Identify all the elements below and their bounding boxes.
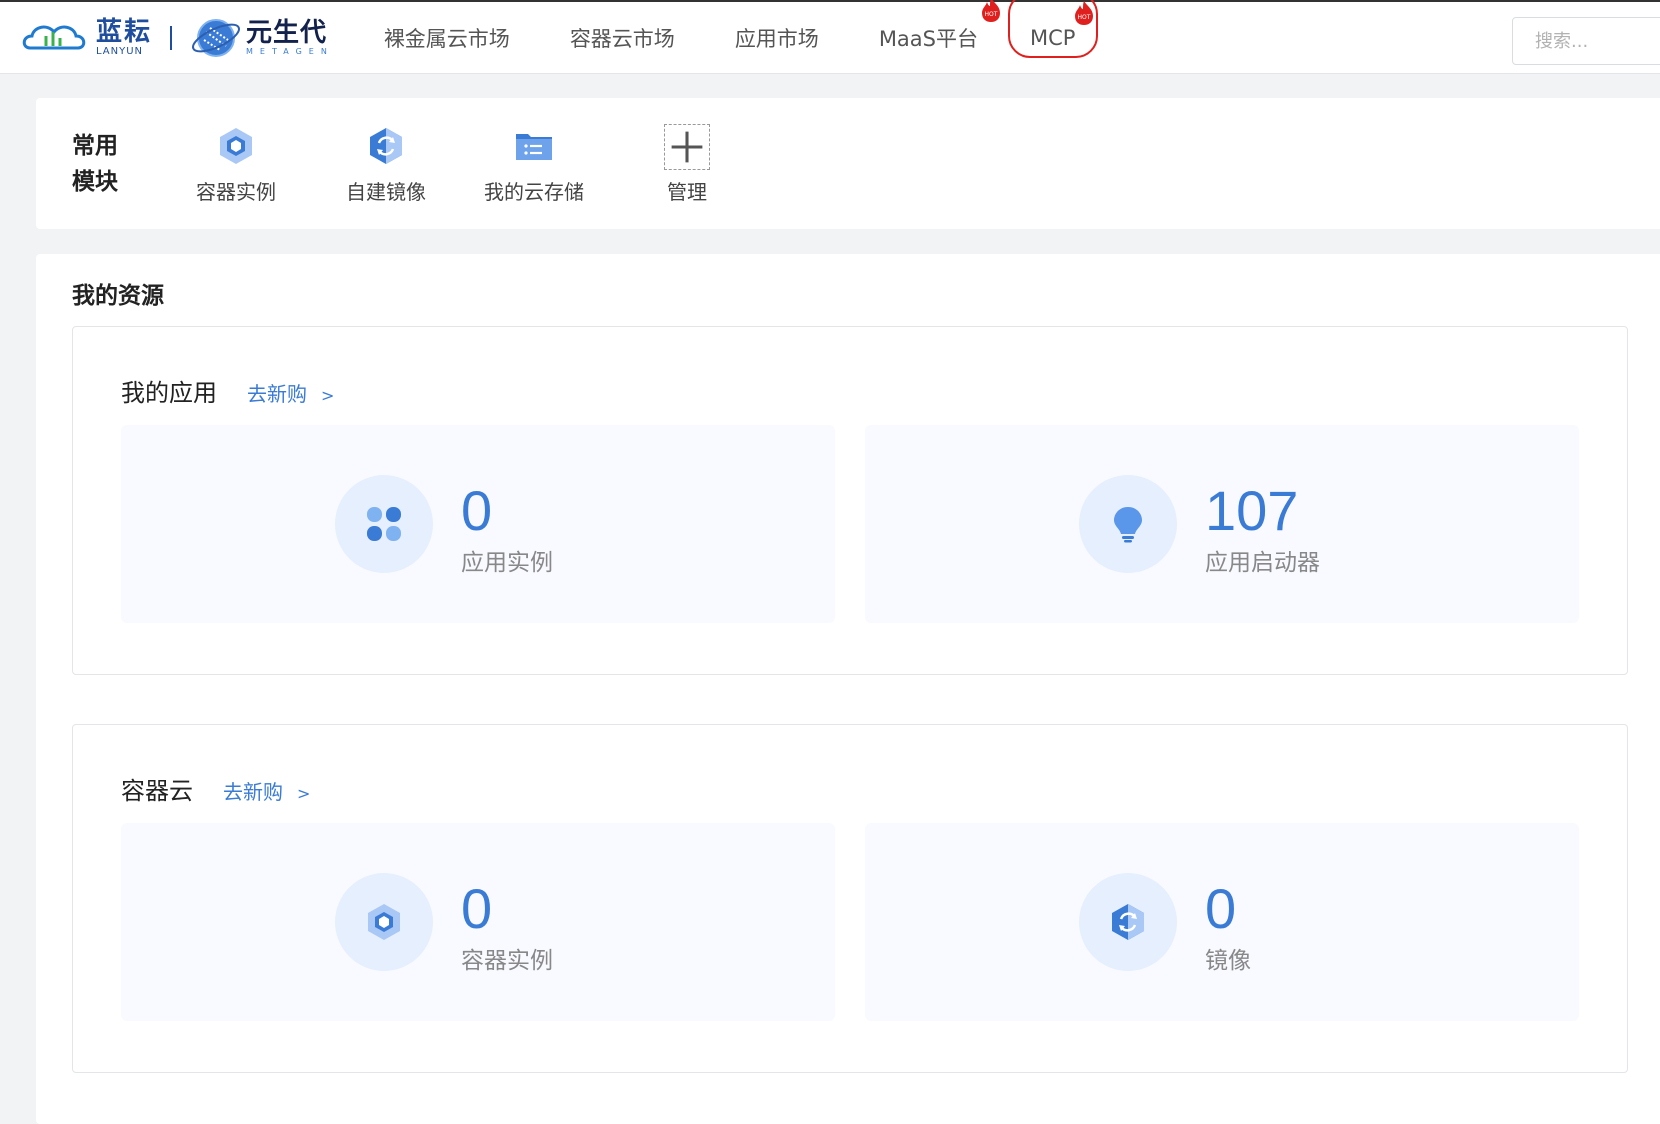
nav-item-app-market[interactable]: 应用市场	[735, 23, 819, 53]
metagen-name-en: METAGEN	[246, 46, 334, 56]
nav-item-mcp[interactable]: MCP HOT	[1008, 0, 1098, 58]
stat-value: 107	[1205, 479, 1299, 542]
lanyun-name: 蓝耘	[96, 16, 153, 47]
my-apps-title: 我的应用	[121, 379, 217, 407]
module-container-instance[interactable]: 容器实例	[196, 126, 276, 205]
folder-icon	[516, 134, 552, 160]
module-custom-image[interactable]: 自建镜像	[346, 126, 426, 205]
metagen-name: 元生代	[246, 17, 328, 48]
stat-app-launchers[interactable]: 107 应用启动器	[865, 425, 1579, 623]
module-cloud-storage[interactable]: 我的云存储	[484, 126, 584, 205]
module-label: 我的云存储	[484, 180, 584, 204]
stat-images[interactable]: 0 镜像	[865, 823, 1579, 1021]
search-input[interactable]	[1512, 17, 1660, 65]
cube-icon	[368, 904, 400, 940]
module-label: 自建镜像	[346, 180, 426, 204]
nav-item-maas[interactable]: MaaS平台 HOT	[878, 0, 1000, 53]
nav-item-label: 裸金属云市场	[383, 26, 510, 51]
stat-value: 0	[461, 479, 493, 542]
nav-item-label: MCP	[1030, 25, 1076, 50]
hot-badge-text: HOT	[1078, 14, 1091, 21]
stat-icon-circle	[335, 873, 433, 971]
container-cloud-panel: 容器云 去新购 > 0 容器实例 0 镜像	[72, 724, 1628, 1073]
lanyun-cloud-icon	[22, 25, 86, 49]
module-label: 管理	[667, 180, 707, 204]
stat-icon-circle	[335, 475, 433, 573]
common-modules-card: 常用模块 容器实例 自建镜像 我的云存储 管理	[36, 98, 1660, 229]
hot-flame-icon: HOT	[982, 0, 1000, 22]
stat-label: 应用实例	[461, 550, 553, 576]
module-manage[interactable]: 管理	[664, 124, 710, 205]
container-buy-link[interactable]: 去新购	[223, 776, 283, 805]
stat-value: 0	[1205, 877, 1237, 940]
stat-label: 应用启动器	[1205, 550, 1320, 576]
metagen-logo: 元生代 METAGEN	[190, 12, 334, 64]
my-apps-panel: 我的应用 去新购 > 0 应用实例 107 应用启动器	[72, 326, 1628, 675]
grid-icon	[367, 507, 401, 541]
module-label: 容器实例	[196, 180, 276, 204]
stat-value: 0	[461, 877, 493, 940]
stat-app-instances[interactable]: 0 应用实例	[121, 425, 835, 623]
stat-icon-circle	[1079, 873, 1177, 971]
stat-label: 镜像	[1205, 948, 1251, 974]
lanyun-logo: 蓝耘 LANYUN	[20, 18, 152, 58]
my-resources-card: 我的资源 我的应用 去新购 > 0 应用实例 107 应用启动器 容器云 去新购…	[36, 254, 1660, 1124]
hot-flame-icon: HOT	[1075, 0, 1094, 25]
apps-buy-link[interactable]: 去新购	[247, 378, 307, 407]
stat-container-instances[interactable]: 0 容器实例	[121, 823, 835, 1021]
metagen-globe-icon	[192, 18, 240, 57]
nav-item-label: 容器云市场	[569, 26, 675, 51]
common-modules-title: 常用模块	[72, 132, 118, 195]
stat-icon-circle	[1079, 475, 1177, 573]
plus-icon	[664, 124, 710, 170]
my-resources-title: 我的资源	[72, 283, 164, 309]
chevron-right-icon[interactable]: >	[321, 386, 334, 405]
nav-item-label: 应用市场	[734, 26, 819, 51]
lanyun-name-en: LANYUN	[96, 45, 144, 57]
main-nav: 裸金属云市场 容器云市场 应用市场 MaaS平台 HOT MCP HOT	[384, 0, 1136, 74]
my-apps-header: 我的应用 去新购 >	[121, 373, 334, 408]
top-navbar: 蓝耘 LANYUN 元生代 METAGEN 裸金属云市场 容器云市场 应用市场 …	[0, 0, 1660, 74]
container-cloud-header: 容器云 去新购 >	[121, 771, 310, 806]
container-cloud-title: 容器云	[121, 777, 193, 805]
lightbulb-icon	[1114, 507, 1142, 543]
hot-badge-text: HOT	[985, 11, 998, 18]
brand-logo[interactable]: 蓝耘 LANYUN 元生代 METAGEN	[20, 2, 334, 74]
logo-divider	[170, 25, 173, 50]
image-sync-icon	[370, 128, 402, 164]
nav-item-label: MaaS平台	[878, 26, 978, 51]
nav-item-bare-metal-market[interactable]: 裸金属云市场	[384, 23, 510, 53]
image-sync-icon	[1112, 904, 1144, 940]
chevron-right-icon[interactable]: >	[297, 784, 310, 803]
stat-label: 容器实例	[461, 948, 553, 974]
nav-item-container-market[interactable]: 容器云市场	[570, 23, 675, 53]
cube-icon	[220, 128, 252, 164]
